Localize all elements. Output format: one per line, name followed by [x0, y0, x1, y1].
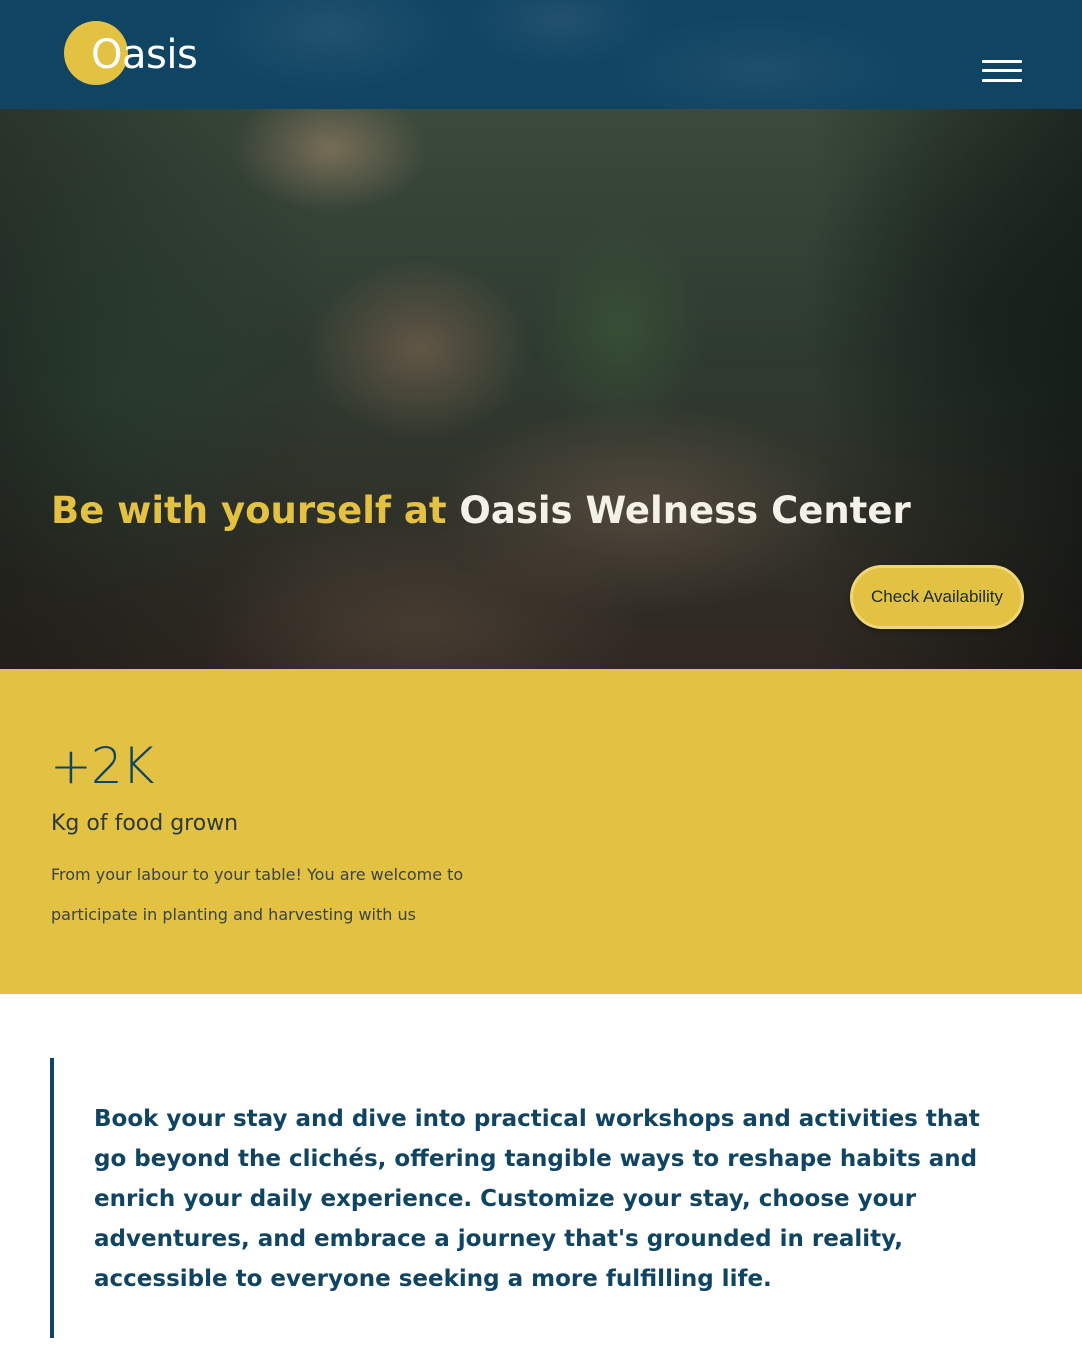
check-availability-button[interactable]: Check Availability [850, 565, 1024, 629]
hero-section: Be with yourself at Oasis Welness Center… [0, 109, 1082, 669]
stat-description: From your labour to your table! You are … [51, 865, 464, 924]
hero-title-accent: Be with yourself at [51, 489, 447, 532]
quote-border [50, 1058, 54, 1338]
menu-line [982, 69, 1022, 72]
hamburger-menu-icon[interactable] [982, 58, 1024, 88]
logo-text: Oasis [91, 32, 198, 78]
stats-section: +2K Kg of food grown From your labour to… [0, 669, 1082, 994]
quote-text: Book your stay and dive into practical w… [94, 1106, 980, 1292]
hero-title: Be with yourself at Oasis Welness Center [51, 488, 1031, 534]
hero-title-main: Oasis Welness Center [459, 489, 911, 532]
stat-label: Kg of food grown [51, 811, 239, 836]
page: Oasis Be with yourself at Oasis Welness … [0, 0, 1082, 1364]
menu-line [982, 79, 1022, 82]
site-header: Oasis [0, 0, 1082, 109]
logo[interactable]: Oasis [64, 21, 224, 87]
stat-number: +2K [50, 737, 154, 795]
menu-line [982, 60, 1022, 63]
